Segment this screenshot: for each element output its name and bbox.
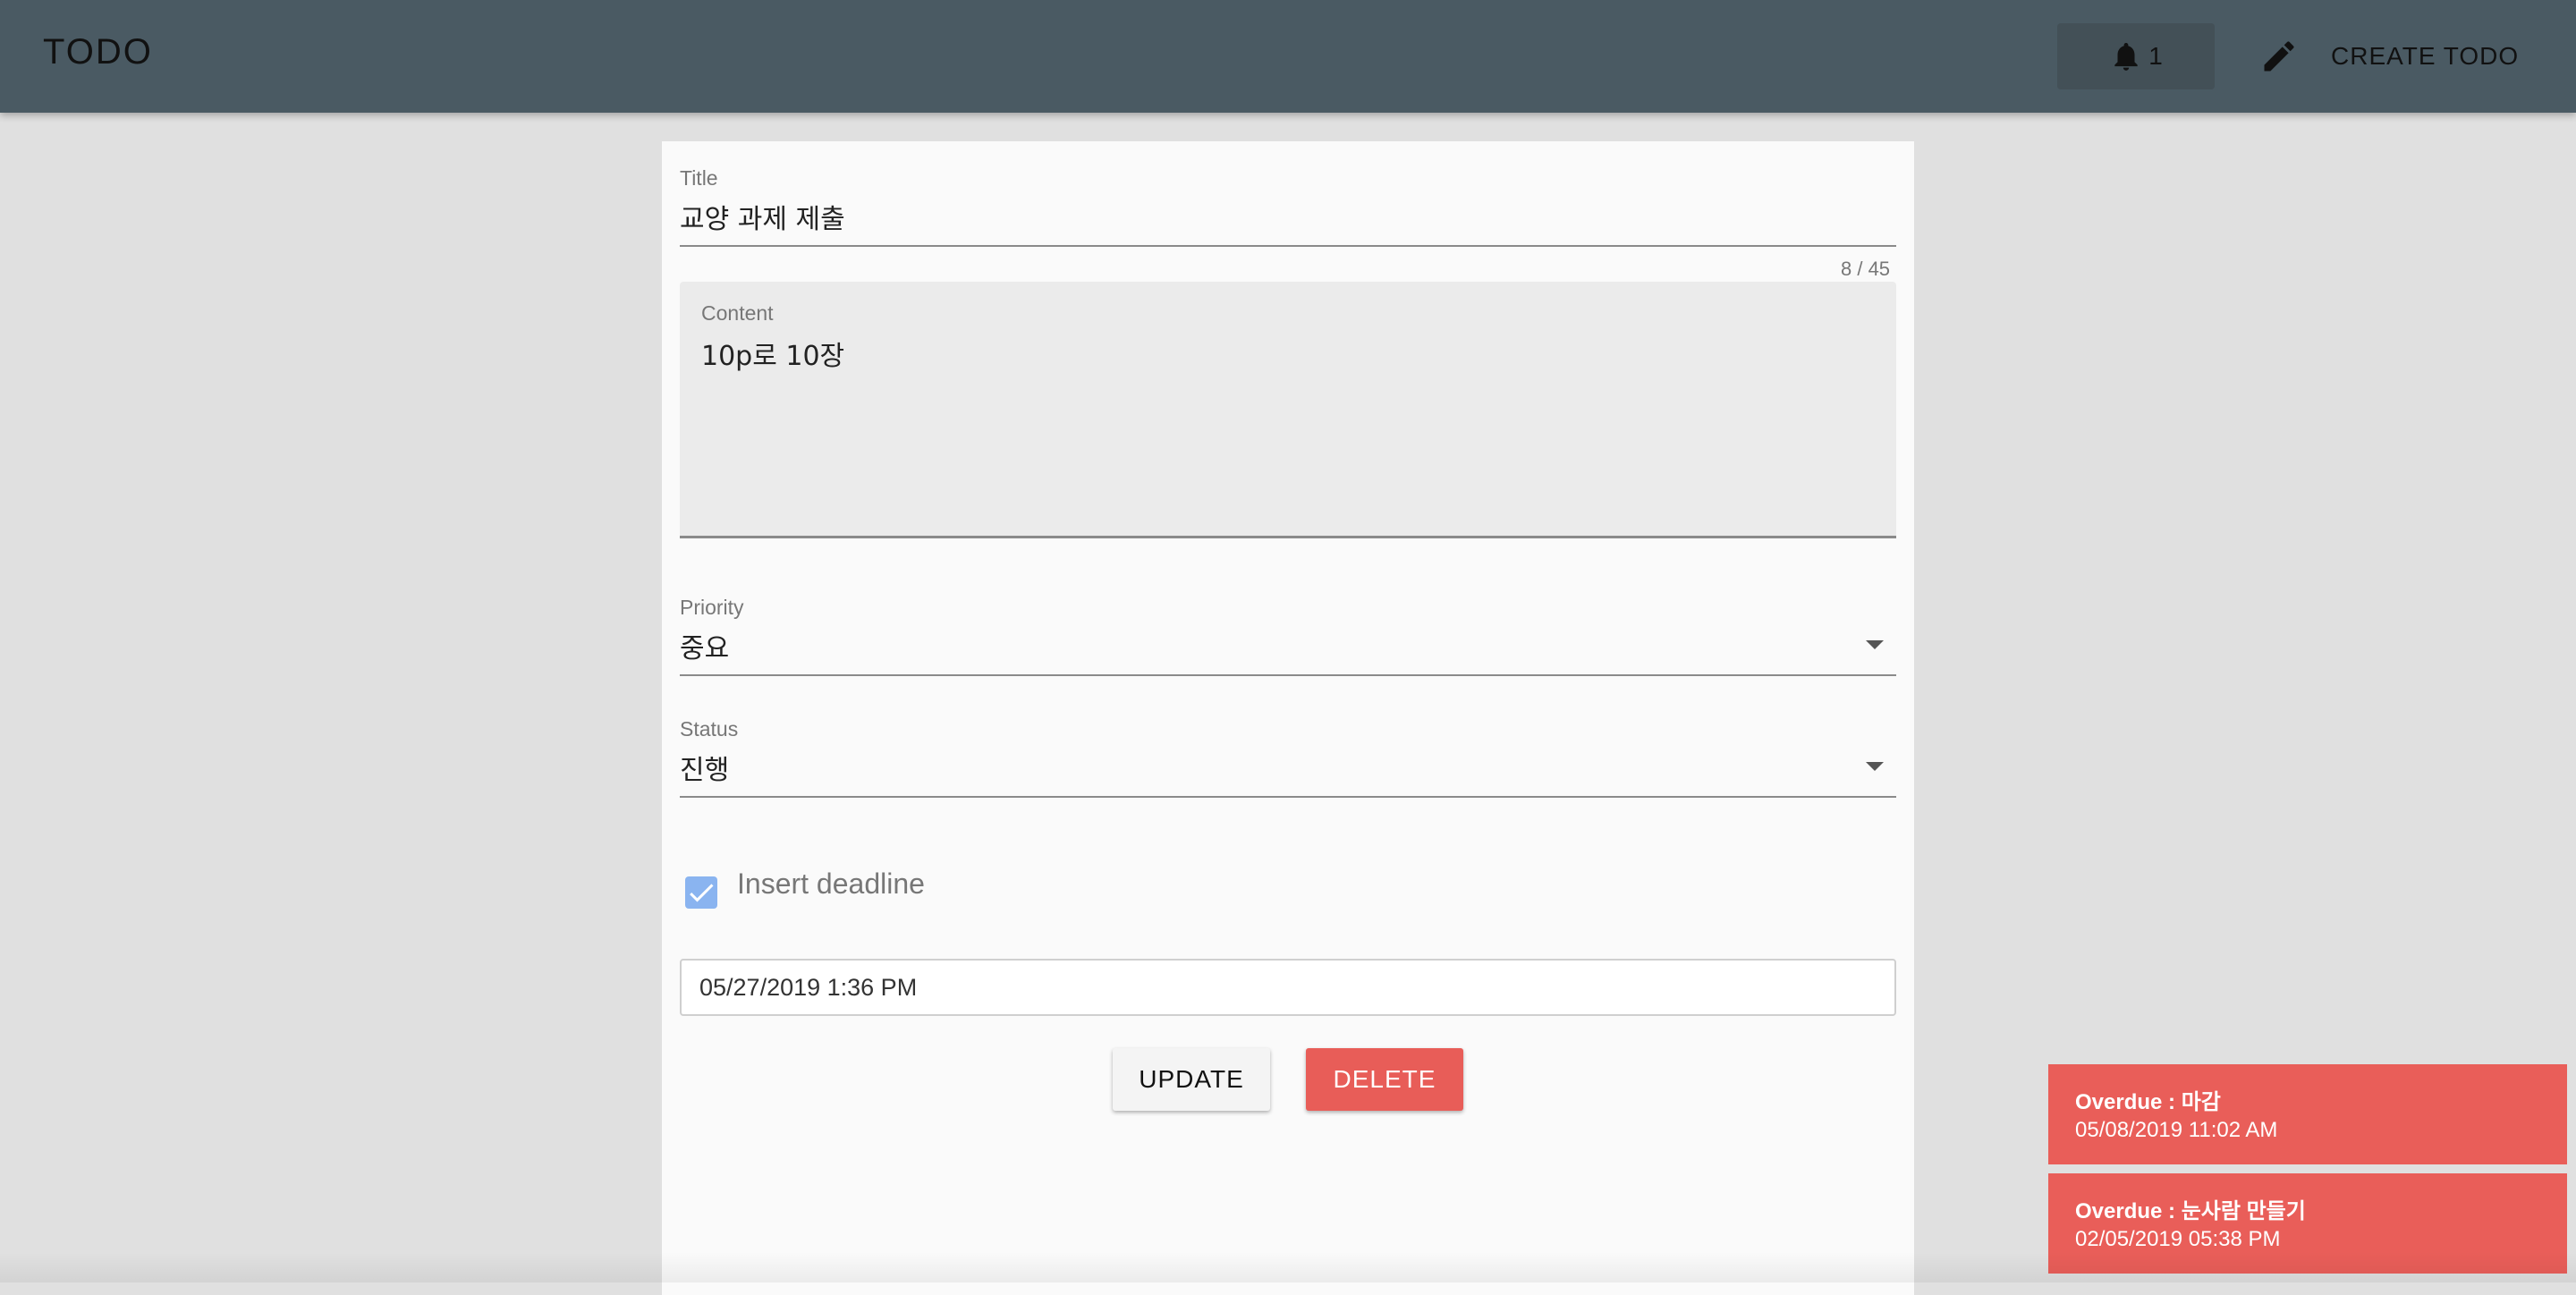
- update-button[interactable]: UPDATE: [1113, 1048, 1270, 1111]
- content-label: Content: [701, 301, 774, 325]
- priority-label: Priority: [680, 596, 744, 619]
- content-value: 10p로 10장: [701, 341, 845, 372]
- priority-value: 중요: [680, 633, 730, 664]
- toast-title: Overdue : 마감: [2075, 1090, 2221, 1114]
- priority-underline: [680, 674, 1896, 676]
- toast-title: Overdue : 눈사람 만들기: [2075, 1199, 2306, 1223]
- app-bar: TODO 1 CREATE TODO: [0, 0, 2576, 113]
- todo-edit-card: Title 교양 과제 제출 8 / 45 Content 10p로 10장 P…: [662, 141, 1914, 1295]
- create-todo-button[interactable]: CREATE TODO: [2241, 23, 2546, 89]
- delete-button[interactable]: DELETE: [1306, 1048, 1463, 1111]
- bell-icon: [2114, 42, 2138, 71]
- notifications-button[interactable]: 1: [2057, 23, 2215, 89]
- overdue-toast[interactable]: Overdue : 마감 05/08/2019 11:02 AM: [2048, 1064, 2567, 1164]
- check-icon: [690, 884, 714, 902]
- insert-deadline-checkbox[interactable]: [685, 876, 717, 909]
- app-title[interactable]: TODO: [43, 32, 153, 72]
- status-value: 진행: [680, 755, 730, 786]
- notification-count: 1: [2148, 42, 2163, 70]
- title-input[interactable]: 교양 과제 제출: [680, 197, 845, 236]
- chevron-down-icon: [1866, 640, 1884, 649]
- title-label: Title: [680, 166, 718, 190]
- create-todo-label: CREATE TODO: [2331, 42, 2520, 70]
- toast-time: 02/05/2019 05:38 PM: [2075, 1227, 2281, 1251]
- deadline-datetime-input[interactable]: 05/27/2019 1:36 PM: [680, 959, 1896, 1016]
- insert-deadline-label[interactable]: Insert deadline: [737, 868, 925, 901]
- bottom-shadow: [0, 1252, 2576, 1282]
- pencil-icon: [2264, 41, 2294, 72]
- status-label: Status: [680, 717, 739, 741]
- status-underline: [680, 796, 1896, 798]
- title-char-counter: 8 / 45: [1841, 258, 1891, 280]
- content-textarea[interactable]: Content 10p로 10장: [680, 282, 1896, 538]
- chevron-down-icon: [1866, 762, 1884, 771]
- title-underline: [680, 245, 1896, 247]
- toast-time: 05/08/2019 11:02 AM: [2075, 1118, 2278, 1142]
